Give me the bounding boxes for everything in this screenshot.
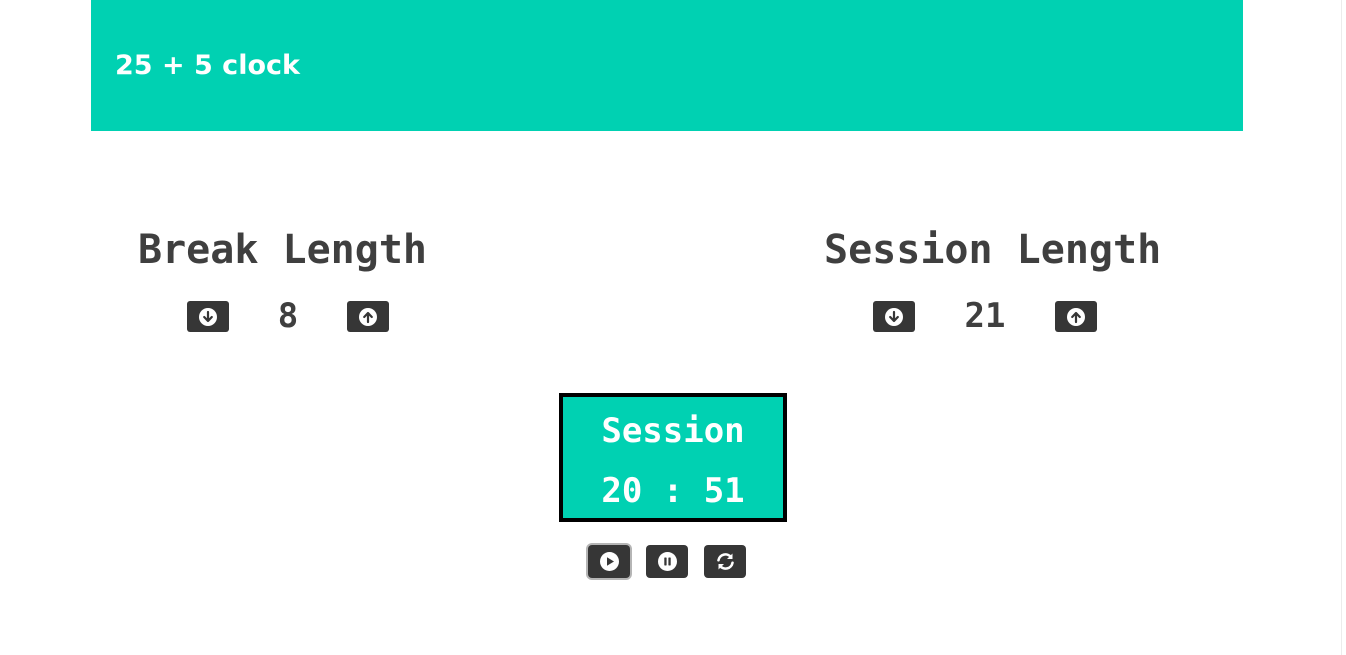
- page-scroll-edge: [1341, 0, 1342, 655]
- session-length-value: 21: [964, 296, 1006, 336]
- break-length-title: Break Length: [138, 227, 427, 273]
- session-increment-button[interactable]: [1055, 301, 1097, 332]
- session-length-title: Session Length: [824, 227, 1162, 273]
- break-increment-button[interactable]: [347, 301, 389, 332]
- reset-button[interactable]: [704, 545, 746, 578]
- break-decrement-button[interactable]: [187, 301, 229, 332]
- pause-button[interactable]: [646, 545, 688, 578]
- sync-icon: [715, 551, 736, 572]
- session-decrement-button[interactable]: [873, 301, 915, 332]
- timer-label: Session: [601, 411, 745, 451]
- app-header: 25 + 5 clock: [91, 0, 1243, 131]
- arrow-circle-up-icon: [358, 307, 378, 327]
- time-left: 20 : 51: [601, 471, 745, 511]
- app-title: 25 + 5 clock: [115, 50, 300, 81]
- arrow-circle-down-icon: [198, 307, 218, 327]
- timer-display: Session 20 : 51: [559, 393, 787, 522]
- break-length-value: 8: [277, 296, 299, 336]
- arrow-circle-up-icon: [1066, 307, 1086, 327]
- play-circle-icon: [599, 551, 620, 572]
- start-button[interactable]: [588, 545, 630, 578]
- arrow-circle-down-icon: [884, 307, 904, 327]
- pause-circle-icon: [657, 551, 678, 572]
